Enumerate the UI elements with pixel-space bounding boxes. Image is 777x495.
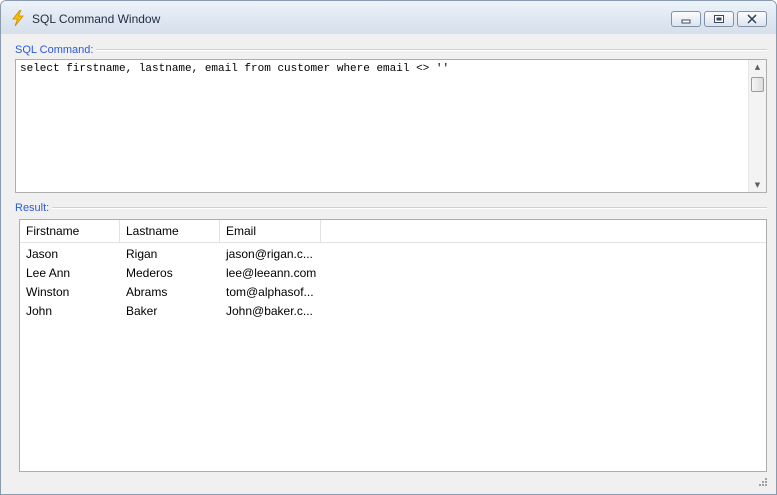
cell-lastname: Baker	[126, 304, 158, 318]
close-button[interactable]	[737, 11, 767, 27]
window-title: SQL Command Window	[32, 12, 161, 26]
cell-firstname: John	[26, 304, 53, 318]
grid-header: Firstname Lastname Email	[20, 220, 766, 243]
scroll-up-arrow-icon[interactable]: ▲	[749, 60, 766, 74]
table-row[interactable]: Lee Ann Mederos lee@leeann.com	[20, 264, 766, 283]
cell-firstname: Winston	[26, 285, 70, 299]
cell-email: lee@leeann.com	[226, 266, 317, 280]
minimize-button[interactable]	[671, 11, 701, 27]
table-row[interactable]: Winston Abrams tom@alphasof...	[20, 283, 766, 302]
table-row[interactable]: John Baker John@baker.c...	[20, 302, 766, 321]
sql-command-label: SQL Command:	[15, 44, 97, 56]
restore-icon	[714, 15, 724, 23]
cell-lastname: Rigan	[126, 247, 158, 261]
cell-firstname: Lee Ann	[26, 266, 71, 280]
lightning-bolt-icon	[12, 10, 24, 26]
column-header-firstname[interactable]: Firstname	[20, 220, 120, 242]
sql-command-editor[interactable]: select firstname, lastname, email from c…	[15, 59, 767, 193]
column-header-email[interactable]: Email	[220, 220, 321, 242]
scroll-down-arrow-icon[interactable]: ▼	[749, 178, 766, 192]
title-bar[interactable]: SQL Command Window	[1, 1, 776, 34]
sql-query-text[interactable]: select firstname, lastname, email from c…	[20, 63, 449, 75]
close-icon	[746, 13, 758, 25]
result-label: Result:	[15, 202, 53, 214]
cell-lastname: Abrams	[126, 285, 168, 299]
window-client-area: SQL Command: select firstname, lastname,…	[7, 34, 770, 489]
column-header-lastname[interactable]: Lastname	[120, 220, 220, 242]
restore-button[interactable]	[704, 11, 734, 27]
table-row[interactable]: Jason Rigan jason@rigan.c...	[20, 245, 766, 264]
cell-firstname: Jason	[26, 247, 59, 261]
scroll-thumb[interactable]	[751, 77, 764, 92]
sql-vertical-scrollbar[interactable]: ▲ ▼	[748, 60, 766, 192]
sql-group-divider	[17, 49, 767, 51]
cell-email: tom@alphasof...	[226, 285, 314, 299]
cell-lastname: Mederos	[126, 266, 173, 280]
sql-command-window: SQL Command Window SQL Command: select f…	[0, 0, 777, 495]
cell-email: jason@rigan.c...	[226, 247, 313, 261]
resize-grip-icon[interactable]	[758, 477, 768, 487]
cell-email: John@baker.c...	[226, 304, 313, 318]
result-grid[interactable]: Firstname Lastname Email Jason Rigan jas…	[19, 219, 767, 472]
minimize-icon	[681, 19, 691, 24]
result-group-divider	[17, 207, 767, 209]
